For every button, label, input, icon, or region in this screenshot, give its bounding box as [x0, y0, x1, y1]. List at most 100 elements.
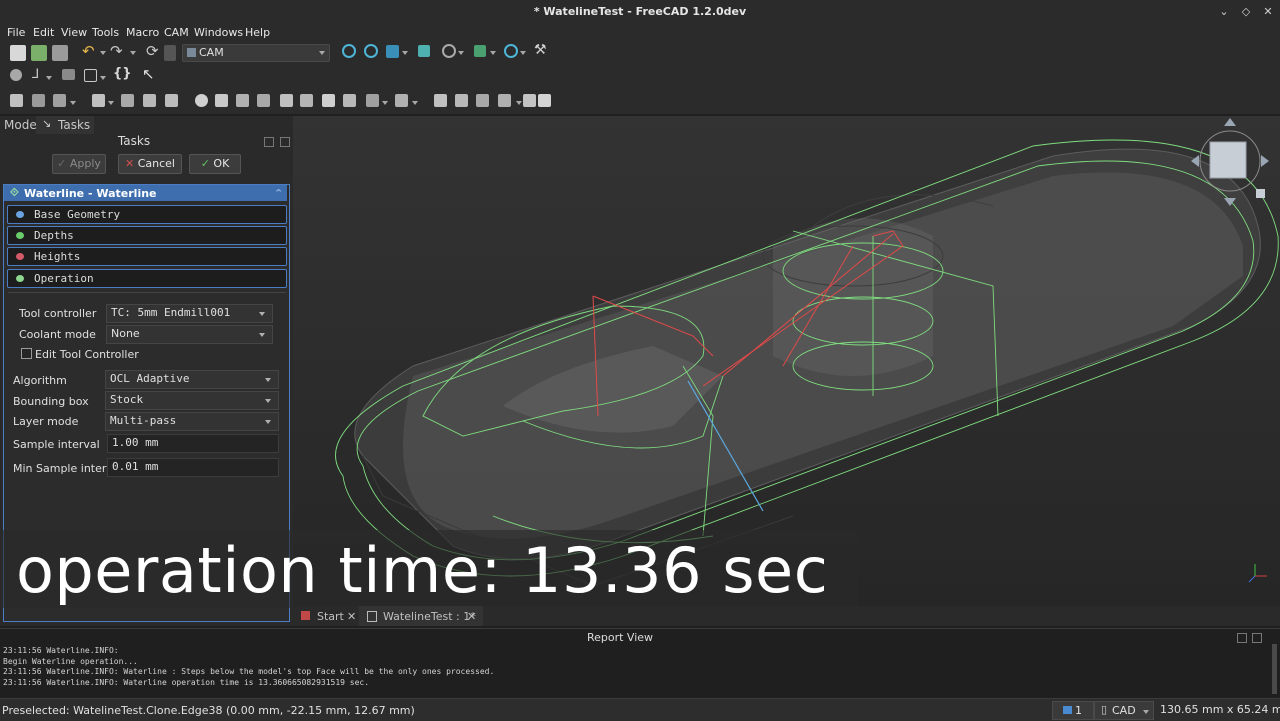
zoom-dropdown-icon[interactable] — [520, 51, 526, 55]
menu-edit[interactable]: Edit — [33, 26, 54, 39]
menu-tools[interactable]: Tools — [92, 26, 119, 39]
face-icon[interactable] — [280, 94, 293, 107]
post-process-icon[interactable] — [32, 94, 45, 107]
workbench-selector[interactable]: CAM — [182, 44, 330, 62]
redo-icon[interactable]: ↷ — [110, 42, 123, 60]
part-icon[interactable] — [10, 69, 22, 81]
link-dropdown-icon[interactable] — [46, 76, 52, 80]
surface-icon[interactable] — [455, 94, 468, 107]
isometric-view-icon[interactable] — [386, 45, 399, 58]
misc-icon[interactable] — [523, 94, 536, 107]
close-tab-icon[interactable]: ✕ — [347, 610, 356, 623]
maximize-icon[interactable]: ◇ — [1238, 4, 1254, 20]
apply-button[interactable]: ✓ Apply — [52, 154, 106, 174]
close-tab-icon[interactable]: ✕ — [467, 610, 476, 623]
float-panel-icon[interactable] — [264, 137, 274, 147]
redo-dropdown-icon[interactable] — [130, 51, 136, 55]
close-icon[interactable]: ✕ — [1260, 4, 1276, 20]
menu-view[interactable]: View — [61, 26, 87, 39]
save-icon[interactable] — [52, 45, 68, 61]
draw-style-dropdown-icon[interactable] — [458, 51, 464, 55]
close-panel-icon[interactable] — [280, 137, 290, 147]
link-icon[interactable]: ⅃ — [32, 67, 39, 82]
bounding-box-select[interactable]: Stock — [105, 391, 279, 410]
collapse-icon[interactable]: ⌃ — [274, 187, 283, 200]
undo-dropdown-icon[interactable] — [100, 51, 106, 55]
draw-style-icon[interactable] — [442, 44, 456, 58]
sphere-icon[interactable] — [195, 94, 208, 107]
menu-cam[interactable]: CAM — [164, 26, 189, 39]
std-views-dropdown-icon[interactable] — [490, 51, 496, 55]
drill-grid-icon[interactable] — [215, 94, 228, 107]
pocket-icon[interactable] — [257, 94, 270, 107]
task-box-header[interactable]: ⟐ Waterline - Waterline ⌃ — [4, 185, 287, 201]
pointer-icon[interactable]: ↖ — [142, 65, 155, 83]
variable-set-icon[interactable]: {} — [113, 66, 132, 81]
title-bar: * WatelineTest - FreeCAD 1.2.0dev ⌄ ◇ ✕ — [0, 0, 1280, 24]
navigation-style-select[interactable]: ▯ CAD — [1094, 701, 1154, 720]
menu-macro[interactable]: Macro — [126, 26, 159, 39]
measure-icon[interactable]: ⚒ — [534, 42, 547, 58]
section-depths[interactable]: Depths — [7, 226, 287, 245]
probe-icon[interactable] — [498, 94, 511, 107]
menu-windows[interactable]: Windows — [194, 26, 243, 39]
tool-bit-icon[interactable] — [121, 94, 134, 107]
toolbar-dropdown-icon[interactable] — [382, 101, 388, 105]
report-scrollbar[interactable] — [1272, 644, 1277, 694]
new-document-icon[interactable] — [10, 45, 26, 61]
menu-file[interactable]: File — [7, 26, 25, 39]
sample-interval-input[interactable]: 1.00 mm — [107, 434, 279, 453]
view-dropdown-icon[interactable] — [402, 51, 408, 55]
toolbar-dropdown-icon[interactable] — [108, 101, 114, 105]
group-folder-icon[interactable] — [62, 69, 75, 80]
ok-button[interactable]: ✓ OK — [189, 154, 241, 174]
tab-document[interactable]: WatelineTest : 1* — [383, 610, 476, 623]
cancel-button[interactable]: ✕ Cancel — [118, 154, 182, 174]
fit-selection-icon[interactable] — [364, 44, 378, 58]
link-actions-dropdown-icon[interactable] — [100, 76, 106, 80]
whats-this-icon[interactable] — [164, 45, 176, 61]
bounding-box-icon[interactable] — [418, 45, 430, 57]
simulate-icon[interactable] — [538, 94, 551, 107]
tab-model[interactable]: Model — [4, 118, 40, 132]
waterline-op-icon[interactable] — [476, 94, 489, 107]
layer-mode-select[interactable]: Multi-pass — [105, 412, 279, 431]
tab-start[interactable]: Start — [317, 610, 344, 623]
engrave-icon[interactable] — [322, 94, 335, 107]
undo-icon[interactable]: ↶ — [82, 42, 95, 60]
tool-library-icon[interactable] — [143, 94, 156, 107]
min-sample-interval-input[interactable]: 0.01 mm — [107, 458, 279, 477]
tab-tasks[interactable]: Tasks — [58, 118, 90, 132]
algorithm-select[interactable]: OCL Adaptive — [105, 370, 279, 389]
link-actions-icon[interactable] — [84, 69, 97, 82]
toolbar-dropdown-icon[interactable] — [516, 101, 522, 105]
job-icon[interactable] — [10, 94, 23, 107]
dressup-icon[interactable] — [395, 94, 408, 107]
profile-icon[interactable] — [236, 94, 249, 107]
zoom-icon[interactable] — [504, 44, 518, 58]
adaptive-icon[interactable] — [366, 94, 379, 107]
page-indicator[interactable]: 1 — [1052, 701, 1094, 720]
toolbar-dropdown-icon[interactable] — [412, 101, 418, 105]
menu-help[interactable]: Help — [245, 26, 270, 39]
sanity-icon[interactable] — [92, 94, 105, 107]
section-heights[interactable]: Heights — [7, 247, 287, 266]
stock-icon[interactable] — [165, 94, 178, 107]
toolbar-dropdown-icon[interactable] — [70, 101, 76, 105]
slot-icon[interactable] — [343, 94, 356, 107]
section-operation[interactable]: Operation — [7, 269, 287, 288]
std-views-icon[interactable] — [474, 45, 486, 57]
close-report-icon[interactable] — [1252, 633, 1262, 643]
tool-controller-select[interactable]: TC: 5mm Endmill001 — [106, 304, 273, 323]
edit-tool-controller-checkbox[interactable] — [21, 348, 32, 359]
refresh-icon[interactable]: ⟳ — [146, 42, 159, 60]
float-report-icon[interactable] — [1237, 633, 1247, 643]
coolant-mode-select[interactable]: None — [106, 325, 273, 344]
fit-all-icon[interactable] — [342, 44, 356, 58]
section-base-geometry[interactable]: Base Geometry — [7, 205, 287, 224]
minimize-icon[interactable]: ⌄ — [1216, 4, 1232, 20]
array-icon[interactable] — [434, 94, 447, 107]
open-document-icon[interactable] — [31, 45, 47, 61]
inspect-icon[interactable] — [53, 94, 66, 107]
helix-icon[interactable] — [300, 94, 313, 107]
